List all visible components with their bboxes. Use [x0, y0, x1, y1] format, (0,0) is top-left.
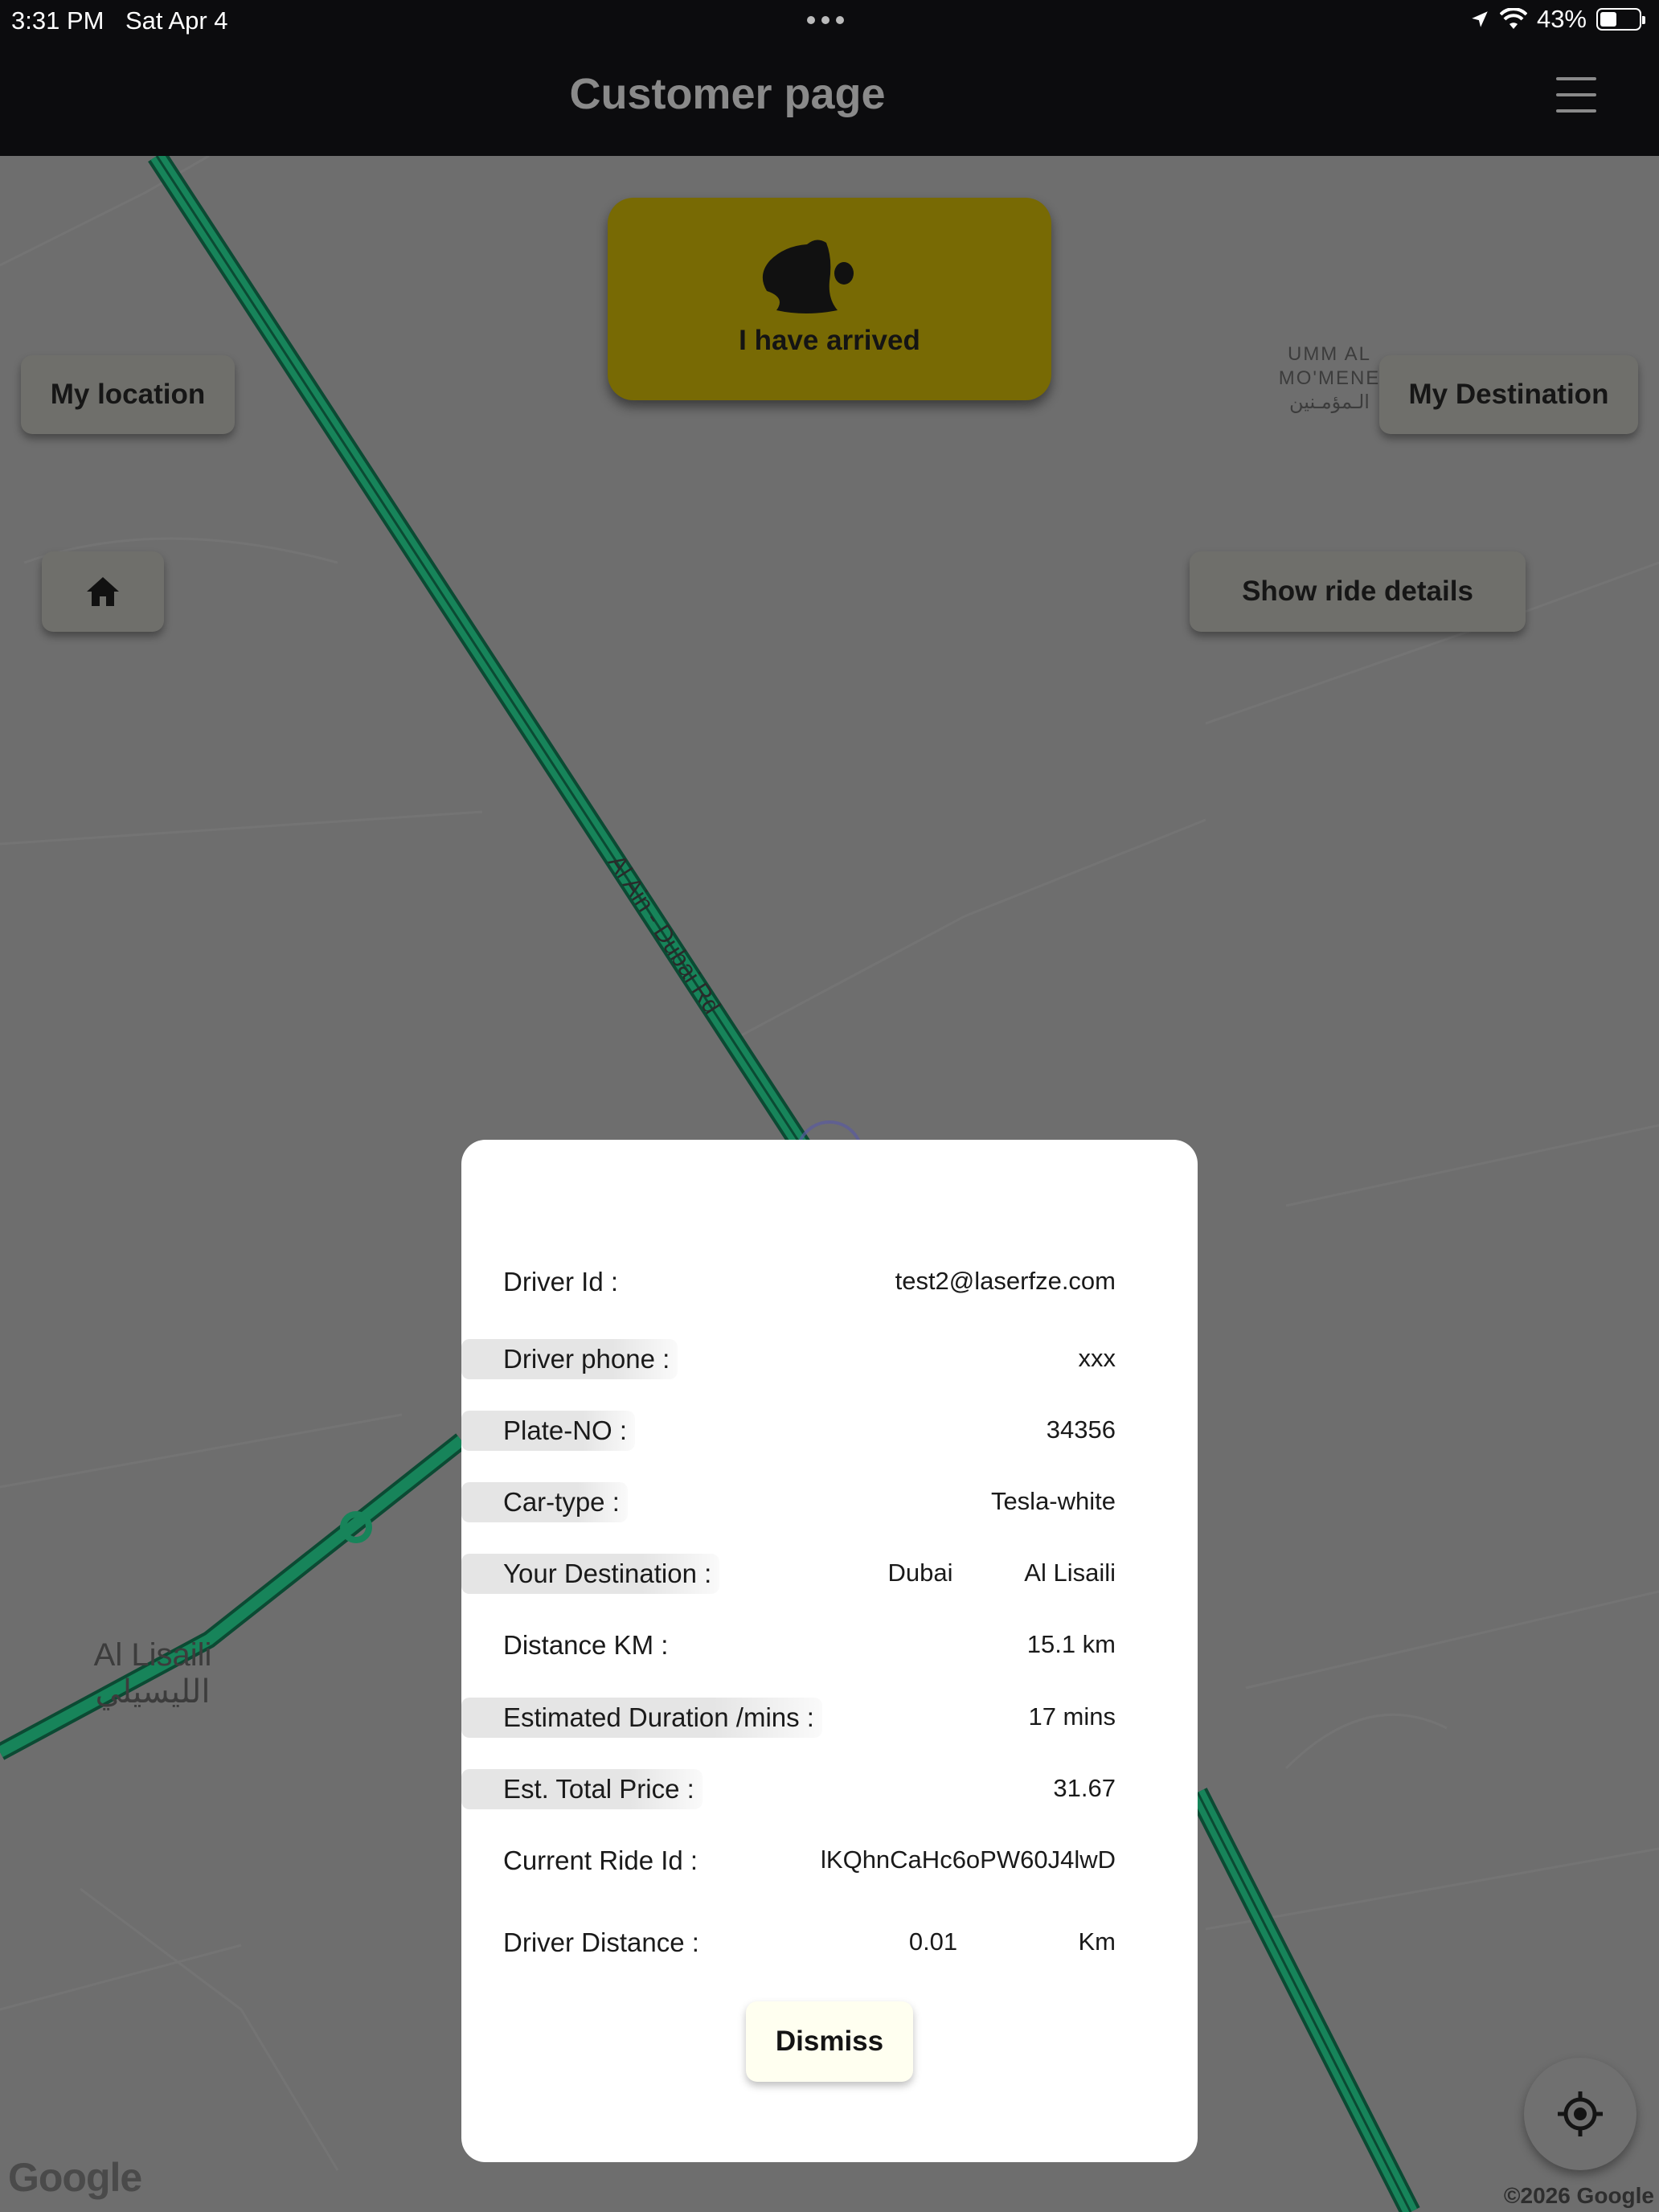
battery-percent: 43% [1536, 5, 1587, 33]
detail-value: test2@laserfze.com [895, 1267, 1116, 1295]
detail-label: Estimated Duration /mins : [461, 1698, 822, 1738]
area-label-line: MO'MENE [1278, 367, 1381, 389]
detail-value-mid: Dubai [887, 1559, 953, 1587]
place-label-en: Al Lisaili [93, 1637, 212, 1673]
place-label-ar: الليسيلي [95, 1674, 211, 1710]
area-label-line: UMM AL [1287, 343, 1371, 365]
road-label: Al Ain - Dubai Rd [603, 850, 725, 1019]
detail-label: Current Ride Id : [503, 1845, 698, 1875]
detail-value: 31.67 [1053, 1774, 1116, 1802]
detail-row: Your Destination : Dubai Al Lisaili [461, 1547, 1198, 1596]
detail-row: Driver Distance : 0.01 Km [503, 1916, 1198, 1964]
detail-row: Est. Total Price : 31.67 [461, 1763, 1198, 1811]
detail-row: Plate-NO : 34356 [461, 1404, 1198, 1452]
battery-icon [1596, 8, 1645, 31]
detail-value: Tesla-white [990, 1487, 1116, 1515]
status-date: Sat Apr 4 [125, 6, 228, 35]
detail-label: Plate-NO : [461, 1411, 636, 1451]
location-arrow-icon [1472, 11, 1488, 27]
my-destination-button[interactable]: My Destination [1379, 355, 1638, 434]
detail-value: 17 mins [1028, 1702, 1116, 1731]
detail-label: Est. Total Price : [461, 1769, 703, 1809]
page-title: Customer page [569, 70, 886, 118]
detail-label: Driver phone : [461, 1339, 678, 1379]
detail-label: Driver Id : [503, 1267, 619, 1296]
detail-value: Km [1078, 1927, 1116, 1956]
map-copyright: ©2026 Google [1503, 2183, 1654, 2208]
crosshair-icon [1558, 2091, 1603, 2136]
locate-me-button[interactable] [1524, 2058, 1636, 2170]
multitasking-dots-icon[interactable] [807, 16, 844, 24]
detail-value: 15.1 km [1026, 1630, 1116, 1658]
detail-value: xxx [1078, 1344, 1116, 1372]
detail-label: Distance KM : [503, 1630, 669, 1660]
detail-row: Driver Id : test2@laserfze.com [503, 1256, 1198, 1304]
arrived-label: I have arrived [739, 325, 920, 356]
home-icon [87, 577, 119, 606]
detail-row: Car-type : Tesla-white [461, 1476, 1198, 1524]
status-bar: 3:31 PM Sat Apr 4 43% [0, 0, 1659, 40]
my-location-button[interactable]: My location [21, 355, 235, 434]
detail-label: Driver Distance : [503, 1927, 699, 1957]
hamburger-menu-icon[interactable] [1556, 74, 1596, 116]
area-label-line: الـمؤمـنين [1289, 391, 1370, 413]
detail-value-mid: 0.01 [908, 1927, 958, 1956]
detail-row: Current Ride Id : lKQhnCaHc6oPW60J4lwD [503, 1834, 1198, 1882]
detail-row: Estimated Duration /mins : 17 mins [461, 1691, 1198, 1739]
detail-row: Distance KM : 15.1 km [503, 1619, 1198, 1667]
google-logo: Google [8, 2155, 142, 2200]
detail-value: Al Lisaili [1024, 1559, 1116, 1587]
i-have-arrived-button[interactable]: I have arrived [608, 198, 1051, 400]
ride-details-dialog: Driver Id : test2@laserfze.com Driver ph… [461, 1140, 1198, 2162]
bell-icon [762, 240, 854, 313]
app-header: Customer page [0, 40, 1659, 156]
detail-label: Your Destination : [461, 1554, 720, 1594]
detail-label: Car-type : [461, 1482, 628, 1522]
status-time: 3:31 PM [11, 6, 104, 35]
dismiss-button[interactable]: Dismiss [746, 2001, 913, 2082]
area-label: UMM AL MO'MENE الـمؤمـنين [1265, 342, 1394, 415]
detail-value: lKQhnCaHc6oPW60J4lwD [821, 1845, 1116, 1874]
detail-row: Driver phone : xxx [461, 1333, 1198, 1381]
detail-value: 34356 [1046, 1415, 1116, 1444]
wifi-icon [1499, 8, 1527, 29]
show-ride-details-button[interactable]: Show ride details [1190, 551, 1526, 632]
home-button[interactable] [42, 551, 164, 632]
place-label: Al Lisaili الليسيلي [80, 1636, 225, 1710]
